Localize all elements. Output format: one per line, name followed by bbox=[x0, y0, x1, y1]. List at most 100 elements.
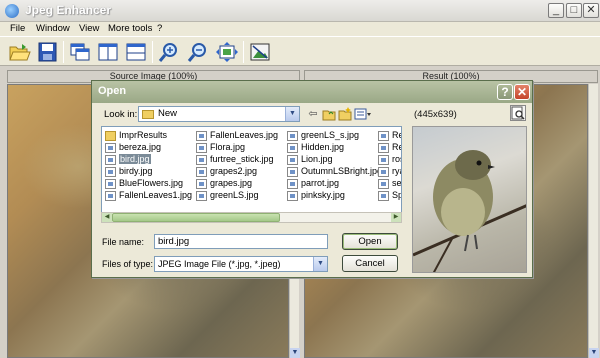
tile-horizontal-icon[interactable] bbox=[123, 40, 149, 64]
maximize-button[interactable]: □ bbox=[566, 3, 582, 18]
new-folder-icon[interactable] bbox=[338, 107, 352, 121]
image-file-icon bbox=[196, 178, 207, 189]
list-item[interactable]: Lion.jpg bbox=[287, 153, 333, 165]
list-item-selected[interactable]: bird.jpg bbox=[105, 153, 151, 165]
open-dialog: Open ? ✕ Look in: New ▼ ⇦ (445x639) Impr… bbox=[91, 80, 533, 278]
image-file-icon bbox=[378, 130, 389, 141]
window-title: Jpeg Enhancer bbox=[25, 3, 112, 17]
menu-help[interactable]: ? bbox=[157, 23, 162, 34]
list-item[interactable]: birdy.jpg bbox=[105, 165, 152, 177]
list-item[interactable]: Re bbox=[378, 141, 401, 153]
tile-vertical-icon[interactable] bbox=[95, 40, 121, 64]
files-of-type-value: JPEG Image File (*.jpg, *.jpeg) bbox=[158, 259, 281, 269]
menu-bar: File Window View More tools ? bbox=[0, 22, 600, 36]
list-item[interactable]: FallenLeaves.jpg bbox=[196, 129, 278, 141]
zoom-in-icon[interactable] bbox=[156, 40, 182, 64]
image-file-icon bbox=[196, 190, 207, 201]
save-icon[interactable] bbox=[34, 40, 60, 64]
image-file-icon bbox=[287, 154, 298, 165]
list-item[interactable]: ImprResults bbox=[105, 129, 167, 141]
list-item[interactable]: Re bbox=[378, 129, 401, 141]
image-file-icon bbox=[378, 190, 389, 201]
image-file-icon bbox=[287, 190, 298, 201]
toolbar-separator bbox=[243, 41, 244, 63]
image-file-icon bbox=[196, 166, 207, 177]
list-item[interactable]: rya bbox=[378, 165, 401, 177]
image-file-icon bbox=[287, 178, 298, 189]
image-file-icon bbox=[196, 154, 207, 165]
list-item[interactable]: sea bbox=[378, 177, 401, 189]
list-item[interactable]: Hidden.jpg bbox=[287, 141, 344, 153]
enhance-image-icon[interactable] bbox=[247, 40, 273, 64]
minimize-button[interactable]: _ bbox=[548, 3, 564, 18]
list-item[interactable]: furtree_stick.jpg bbox=[196, 153, 274, 165]
list-item[interactable]: Flora.jpg bbox=[196, 141, 245, 153]
list-item[interactable]: greenLS.jpg bbox=[196, 189, 259, 201]
menu-file[interactable]: File bbox=[10, 23, 25, 34]
list-item[interactable]: parrot.jpg bbox=[287, 177, 339, 189]
image-file-icon bbox=[378, 154, 389, 165]
file-name-input[interactable]: bird.jpg bbox=[154, 234, 328, 249]
image-file-icon bbox=[105, 166, 116, 177]
image-file-icon bbox=[196, 130, 207, 141]
list-item[interactable]: pinksky.jpg bbox=[287, 189, 345, 201]
list-item[interactable]: grapes2.jpg bbox=[196, 165, 257, 177]
dialog-close-button[interactable]: ✕ bbox=[514, 84, 530, 100]
image-file-icon bbox=[105, 154, 116, 165]
zoom-out-icon[interactable] bbox=[185, 40, 211, 64]
scroll-left-arrow-icon[interactable]: ◀ bbox=[102, 213, 112, 222]
fit-to-window-icon[interactable] bbox=[214, 40, 240, 64]
image-file-icon bbox=[196, 142, 207, 153]
chevron-down-icon[interactable]: ▼ bbox=[313, 257, 327, 271]
scroll-down-arrow-icon[interactable]: ▼ bbox=[290, 348, 300, 358]
up-folder-icon[interactable] bbox=[322, 107, 336, 121]
image-file-icon bbox=[105, 142, 116, 153]
file-name-label: File name: bbox=[102, 237, 145, 247]
menu-view[interactable]: View bbox=[79, 23, 99, 34]
image-file-icon bbox=[378, 142, 389, 153]
image-file-icon bbox=[378, 166, 389, 177]
toolbar-separator bbox=[152, 41, 153, 63]
preview-toggle-icon[interactable] bbox=[510, 105, 526, 121]
image-file-icon bbox=[287, 142, 298, 153]
dialog-title-bar: Open ? ✕ bbox=[92, 81, 532, 103]
look-in-combo[interactable]: New ▼ bbox=[138, 106, 300, 122]
title-bar: Jpeg Enhancer _ □ ✕ bbox=[0, 0, 600, 22]
list-item[interactable]: greenLS_s.jpg bbox=[287, 129, 359, 141]
app-icon bbox=[5, 4, 19, 18]
open-button[interactable]: Open bbox=[342, 233, 398, 250]
list-item[interactable]: grapes.jpg bbox=[196, 177, 252, 189]
dialog-help-button[interactable]: ? bbox=[497, 84, 513, 100]
image-file-icon bbox=[287, 130, 298, 141]
folder-icon bbox=[142, 110, 154, 119]
image-file-icon bbox=[287, 166, 298, 177]
toolbar-separator bbox=[63, 41, 64, 63]
files-of-type-label: Files of type: bbox=[102, 259, 154, 269]
file-list-hscrollbar[interactable]: ◀ ▶ bbox=[101, 212, 402, 223]
cascade-windows-icon[interactable] bbox=[67, 40, 93, 64]
scroll-right-arrow-icon[interactable]: ▶ bbox=[391, 213, 401, 222]
list-item[interactable]: ros bbox=[378, 153, 401, 165]
cancel-button[interactable]: Cancel bbox=[342, 255, 398, 272]
open-folder-icon[interactable] bbox=[6, 40, 32, 64]
scrollbar-thumb[interactable] bbox=[112, 213, 280, 222]
toolbar bbox=[0, 36, 600, 66]
list-item[interactable]: Spr bbox=[378, 189, 401, 201]
file-list[interactable]: ImprResults bereza.jpg bird.jpg birdy.jp… bbox=[101, 126, 402, 223]
menu-more-tools[interactable]: More tools bbox=[108, 23, 152, 34]
view-menu-icon[interactable] bbox=[354, 107, 372, 121]
image-preview bbox=[412, 126, 527, 273]
files-of-type-select[interactable]: JPEG Image File (*.jpg, *.jpeg) ▼ bbox=[154, 256, 328, 272]
back-arrow-icon[interactable]: ⇦ bbox=[306, 107, 320, 121]
menu-window[interactable]: Window bbox=[36, 23, 70, 34]
close-button[interactable]: ✕ bbox=[583, 3, 599, 18]
list-item[interactable]: FallenLeaves1.jpg bbox=[105, 189, 192, 201]
list-item[interactable]: bereza.jpg bbox=[105, 141, 161, 153]
list-item[interactable]: OutumnLSBright.jpg bbox=[287, 165, 382, 177]
look-in-value: New bbox=[158, 108, 178, 119]
chevron-down-icon[interactable]: ▼ bbox=[285, 107, 299, 121]
scroll-down-arrow-icon[interactable]: ▼ bbox=[589, 348, 599, 358]
image-file-icon bbox=[378, 178, 389, 189]
result-scrollbar[interactable]: ▼ bbox=[588, 84, 599, 358]
list-item[interactable]: BlueFlowers.jpg bbox=[105, 177, 183, 189]
